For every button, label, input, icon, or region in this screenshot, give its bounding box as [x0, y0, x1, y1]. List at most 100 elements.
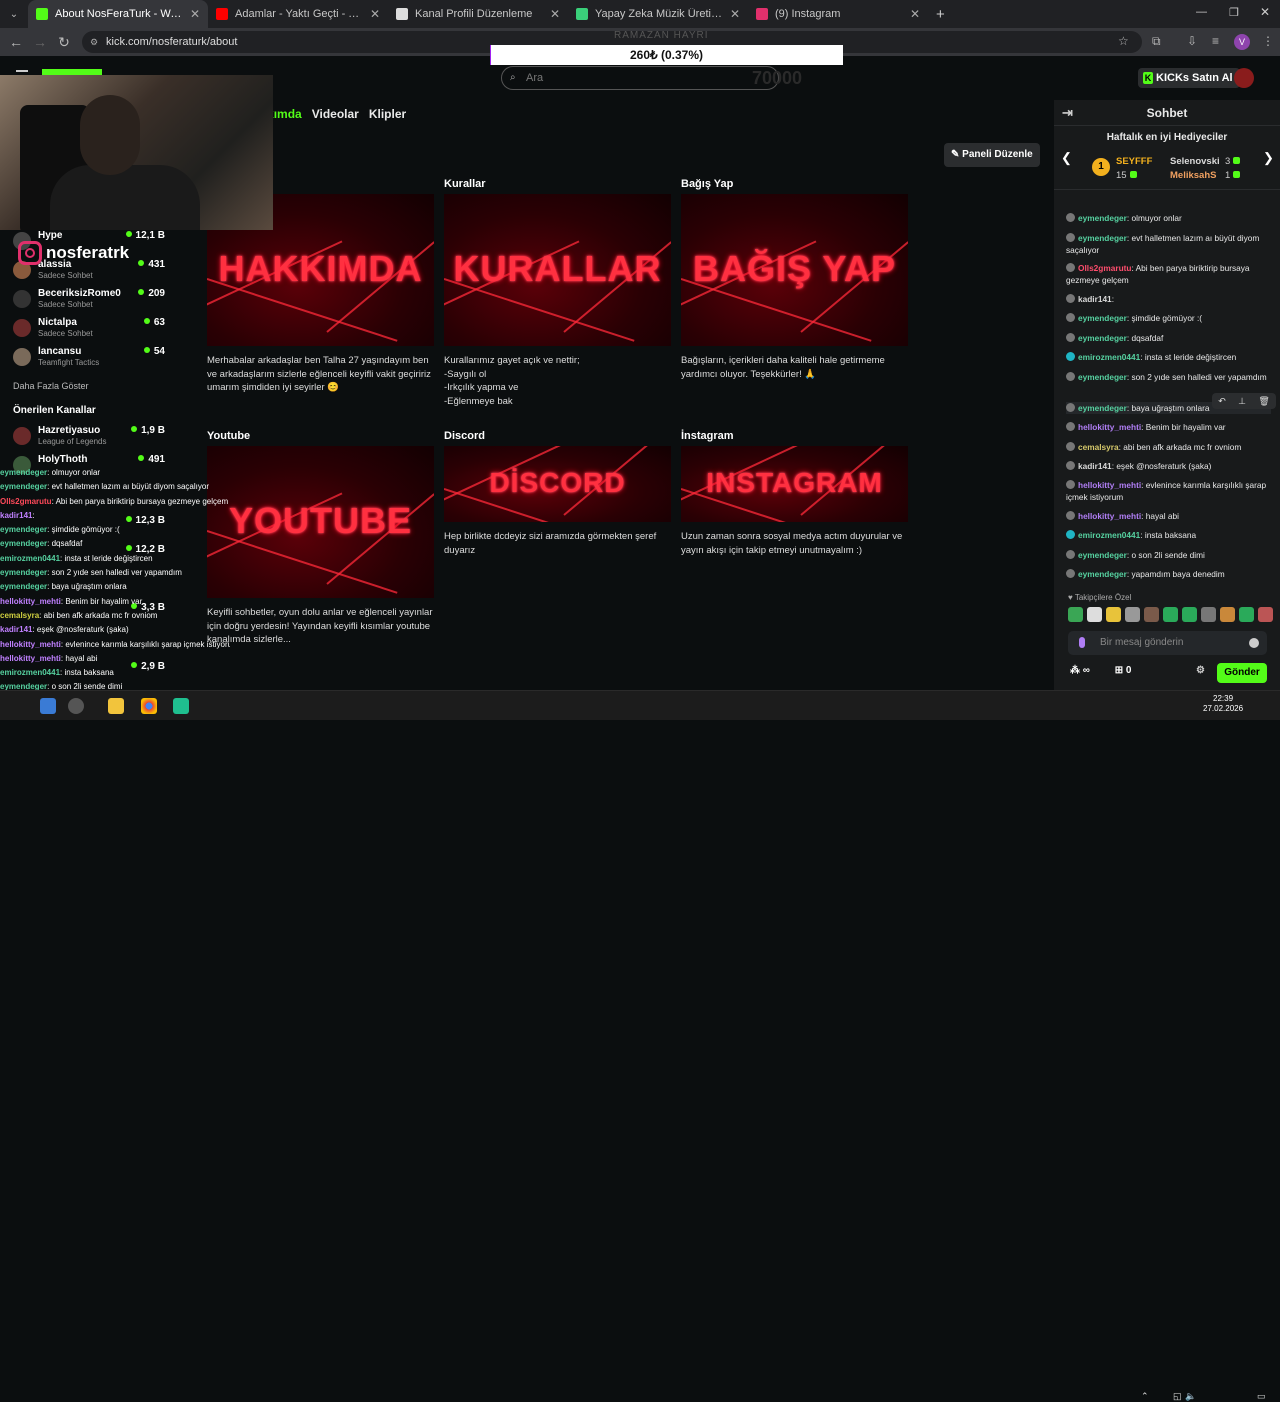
volume-icon[interactable]: 🔈: [1185, 1391, 1196, 1402]
panel-banner[interactable]: DİSCORD: [444, 446, 671, 522]
emote-icon[interactable]: [1258, 607, 1273, 622]
emote-icon[interactable]: [1163, 607, 1178, 622]
tab-close-icon[interactable]: ✕: [370, 7, 380, 21]
emote-icon[interactable]: [1239, 607, 1254, 622]
browser-tab[interactable]: Adamlar - Yaktı Geçti - You ✕: [208, 0, 388, 28]
chat-username[interactable]: emirozmen0441: [1078, 352, 1140, 362]
chat-username[interactable]: eymendeger: [1078, 550, 1127, 560]
network-icon[interactable]: ◱: [1173, 1391, 1182, 1402]
chrome-taskbar-icon[interactable]: [141, 698, 157, 714]
file-explorer-icon[interactable]: [108, 698, 124, 714]
chat-message-input[interactable]: Bir mesaj gönderin: [1068, 631, 1267, 655]
sidebar-channel[interactable]: lancansu Teamfight Tactics 54: [13, 346, 165, 374]
taskbar-clock[interactable]: 22:39 27.02.2026: [1203, 694, 1243, 714]
browser-menu-icon[interactable]: ⋮: [1262, 34, 1274, 48]
recommended-channel[interactable]: Hazretiyasuo League of Legends 1,9 B: [13, 425, 165, 453]
chat-user-badge-icon: [1066, 569, 1075, 578]
buy-kicks-button[interactable]: KICKs Satın Al: [1138, 68, 1240, 88]
media-icon[interactable]: ≡: [1212, 34, 1219, 48]
search-taskbar-icon[interactable]: [68, 698, 84, 714]
panel-banner[interactable]: BAĞIŞ YAP: [681, 194, 908, 346]
reload-icon[interactable]: ↻: [52, 34, 76, 51]
goal-overlay-text: 70000: [752, 68, 803, 88]
profile-avatar[interactable]: V: [1234, 34, 1250, 50]
emote-icon[interactable]: [1144, 607, 1159, 622]
top-gifters: Haftalık en iyi Hediyeciler ❮ ❯ 1 SEYFFF…: [1054, 126, 1280, 190]
bookmark-star-icon[interactable]: ☆: [1118, 34, 1129, 48]
edit-panels-button[interactable]: ✎ Paneli Düzenle: [944, 143, 1040, 167]
emoji-icon[interactable]: [1249, 638, 1259, 648]
chevron-right-icon[interactable]: ❯: [1263, 150, 1274, 166]
overlay-chat-text: son 2 yıde sen halledi ver yapamdım: [51, 568, 182, 578]
browser-tab[interactable]: Yapay Zeka Müzik Üretici | Fikir ✕: [568, 0, 748, 28]
emote-icon[interactable]: [1220, 607, 1235, 622]
panel-banner[interactable]: YOUTUBE: [207, 446, 434, 598]
chat-username[interactable]: eymendeger: [1078, 233, 1127, 243]
browser-tab-bar: ⌄ About NosFeraTurk - Watch Liv✕Adamlar …: [0, 0, 1280, 28]
site-info-icon[interactable]: ⚙: [90, 37, 98, 48]
tab-close-icon[interactable]: ✕: [550, 7, 560, 21]
mic-icon[interactable]: [1079, 637, 1085, 648]
browser-tab[interactable]: (9) Instagram ✕: [748, 0, 928, 28]
show-more-link[interactable]: Daha Fazla Göster: [13, 381, 89, 391]
channel-viewers: 63: [144, 317, 165, 328]
chevron-left-icon[interactable]: ❮: [1061, 150, 1072, 166]
search-input[interactable]: ⌕ Ara: [501, 66, 779, 90]
notification-icon[interactable]: ▭: [1257, 1391, 1266, 1402]
tab-close-icon[interactable]: ✕: [190, 7, 200, 21]
emote-icon[interactable]: [1068, 607, 1083, 622]
send-button[interactable]: Gönder: [1217, 663, 1267, 683]
emote-icon[interactable]: [1125, 607, 1140, 622]
sidebar-channel[interactable]: Nictalpa Sadece Sohbet 63: [13, 317, 165, 345]
chat-username[interactable]: eymendeger: [1078, 213, 1127, 223]
start-icon[interactable]: [40, 698, 56, 714]
reply-icon[interactable]: ↶: [1218, 396, 1226, 407]
chat-text: hayal abi: [1145, 511, 1180, 521]
collapse-chat-icon[interactable]: ⇥: [1062, 100, 1073, 126]
tab-close-icon[interactable]: ✕: [730, 7, 740, 21]
user-avatar[interactable]: [1234, 68, 1254, 88]
chat-settings-icon[interactable]: ⚙: [1196, 665, 1205, 676]
chat-username[interactable]: cemalsyra: [1078, 442, 1119, 452]
app-taskbar-icon[interactable]: [173, 698, 189, 714]
browser-tab[interactable]: Kanal Profili Düzenleme ✕: [388, 0, 568, 28]
chat-username[interactable]: kadir141: [1078, 461, 1112, 471]
tab-videos[interactable]: Videolar: [312, 107, 359, 121]
chat-username[interactable]: eymendeger: [1078, 313, 1127, 323]
chat-username[interactable]: emirozmen0441: [1078, 530, 1140, 540]
chat-username[interactable]: eymendeger: [1078, 333, 1127, 343]
chat-username[interactable]: Olls2gmarutu: [1078, 263, 1131, 273]
forward-icon[interactable]: →: [28, 34, 52, 50]
viewers-icon[interactable]: ⁂: [1070, 665, 1083, 676]
close-window-icon[interactable]: ✕: [1260, 5, 1270, 19]
emote-icon[interactable]: [1182, 607, 1197, 622]
back-icon[interactable]: ←: [4, 34, 28, 50]
gift-icon[interactable]: ⊞: [1115, 665, 1126, 676]
chat-username[interactable]: hellokitty_mehti: [1078, 480, 1141, 490]
pin-icon[interactable]: ⊥: [1238, 396, 1246, 407]
browser-tab[interactable]: About NosFeraTurk - Watch Liv ✕: [28, 0, 208, 28]
maximize-icon[interactable]: ❐: [1229, 6, 1239, 19]
emote-icon[interactable]: [1201, 607, 1216, 622]
tab-list-chevron-icon[interactable]: ⌄: [0, 9, 28, 20]
new-tab-button[interactable]: +: [936, 6, 945, 23]
chat-username[interactable]: hellokitty_mehti: [1078, 511, 1141, 521]
emote-icon[interactable]: [1106, 607, 1121, 622]
panel-banner[interactable]: KURALLAR: [444, 194, 671, 346]
chat-text: eşek @nosferaturk (şaka): [1116, 461, 1212, 471]
chat-username[interactable]: eymendeger: [1078, 403, 1127, 413]
minimize-icon[interactable]: —: [1196, 6, 1207, 18]
download-icon[interactable]: ⇩: [1187, 34, 1197, 48]
extensions-icon[interactable]: ⧉: [1152, 34, 1161, 49]
chat-username[interactable]: eymendeger: [1078, 372, 1127, 382]
tray-chevron-icon[interactable]: ⌃: [1141, 1391, 1149, 1402]
tab-clips[interactable]: Klipler: [369, 107, 406, 121]
chat-username[interactable]: kadir141: [1078, 294, 1112, 304]
panel-banner[interactable]: INSTAGRAM: [681, 446, 908, 522]
tab-close-icon[interactable]: ✕: [910, 7, 920, 21]
emote-icon[interactable]: [1087, 607, 1102, 622]
chat-username[interactable]: hellokitty_mehti: [1078, 422, 1141, 432]
chat-username[interactable]: eymendeger: [1078, 569, 1127, 579]
delete-icon[interactable]: 🗑: [1258, 396, 1269, 407]
sidebar-channel[interactable]: BeceriksizRome0 Sadece Sohbet 209: [13, 288, 165, 316]
